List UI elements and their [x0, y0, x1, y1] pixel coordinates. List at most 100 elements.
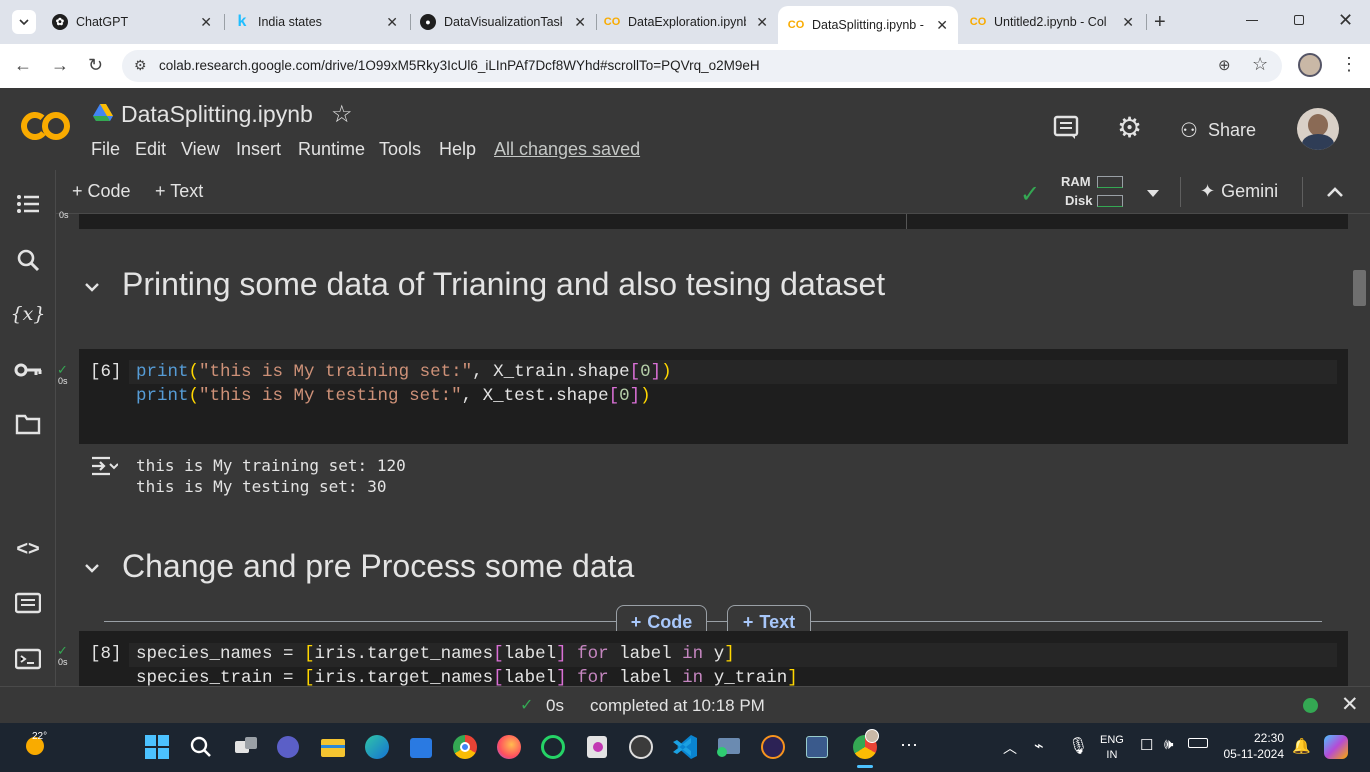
previous-cell-remnant	[79, 214, 1348, 229]
volume-icon[interactable]: 🕪	[1164, 736, 1173, 753]
close-icon[interactable]: ✕	[936, 17, 948, 34]
settings-gear-icon[interactable]: ⚙	[1117, 111, 1142, 144]
bookmark-star-icon[interactable]: ☆	[1252, 54, 1268, 75]
close-window-button[interactable]: ✕	[1338, 10, 1353, 31]
notification-bell-icon[interactable]: 🔔	[1292, 737, 1311, 755]
output-line: this is My testing set: 30	[136, 477, 387, 496]
language-indicator[interactable]: ENG IN	[1100, 733, 1124, 763]
microphone-icon[interactable]: 🎙	[1068, 736, 1088, 756]
menu-edit[interactable]: Edit	[135, 139, 166, 160]
menu-file[interactable]: File	[91, 139, 120, 160]
wifi-icon[interactable]: ☐	[1140, 736, 1153, 754]
network-alert-icon[interactable]: ⌁	[1034, 736, 1044, 756]
close-icon[interactable]: ✕	[574, 14, 586, 31]
eclipse-icon[interactable]	[759, 733, 787, 761]
task-view-icon[interactable]	[231, 733, 259, 761]
clock[interactable]: 22:30 05-11-2024	[1218, 730, 1285, 762]
close-status-icon[interactable]: ✕	[1341, 692, 1359, 717]
firefox-icon[interactable]	[495, 733, 523, 761]
back-button[interactable]: ←	[14, 55, 32, 76]
colab-logo[interactable]	[20, 110, 72, 147]
tab-chatgpt[interactable]: ✿ ChatGPT ✕	[48, 8, 218, 36]
tab-untitled2[interactable]: CO Untitled2.ipynb - Cola ✕	[970, 8, 1140, 36]
tab-dataexploration[interactable]: CO DataExploration.ipynb ✕	[604, 8, 774, 36]
cell-exec-time: 0s	[58, 376, 68, 386]
more-menu-icon[interactable]: ⋮	[1340, 54, 1358, 75]
comments-icon[interactable]	[1053, 115, 1079, 146]
menu-insert[interactable]: Insert	[236, 139, 281, 160]
saved-status-link[interactable]: All changes saved	[494, 139, 640, 160]
close-icon[interactable]: ✕	[756, 14, 768, 31]
minimize-button[interactable]	[1246, 20, 1258, 21]
whatsapp-icon[interactable]	[539, 733, 567, 761]
remote-desktop-icon[interactable]	[715, 733, 743, 761]
battery-icon[interactable]	[1188, 738, 1208, 748]
chrome-icon[interactable]	[451, 733, 479, 761]
add-code-button[interactable]: + Code	[72, 181, 131, 202]
weather-widget[interactable]: 22°	[22, 731, 48, 759]
cell-execution-count: [8]	[90, 644, 122, 664]
profile-avatar[interactable]	[1298, 53, 1322, 77]
collapse-header-icon[interactable]	[1326, 185, 1344, 203]
obs-icon[interactable]	[627, 733, 655, 761]
command-palette-icon[interactable]	[14, 589, 42, 617]
status-check-icon: ✓	[520, 697, 534, 714]
tab-datavisualization[interactable]: ● DataVisualizationTask ✕	[420, 8, 592, 36]
secrets-key-icon[interactable]	[14, 356, 42, 384]
code-line: print("this is My testing set:", X_test.…	[136, 386, 651, 406]
menu-runtime[interactable]: Runtime	[298, 139, 365, 160]
reload-button[interactable]: ↻	[88, 55, 103, 76]
collapse-section-chevron-icon[interactable]	[82, 558, 102, 578]
snipping-tool-icon[interactable]	[583, 733, 611, 761]
table-of-contents-icon[interactable]	[14, 190, 42, 218]
chrome-profile-icon[interactable]	[851, 729, 879, 761]
files-folder-icon[interactable]	[14, 410, 42, 438]
notebook-scrollbar[interactable]	[1353, 270, 1366, 306]
tab-datasplitting[interactable]: CO DataSplitting.ipynb - ✕	[778, 6, 958, 44]
site-info-icon[interactable]: ⚙	[134, 57, 147, 74]
code-line: species_train = [iris.target_names[label…	[136, 668, 798, 686]
code-tool-icon[interactable]	[803, 733, 831, 761]
windows-start-icon[interactable]	[143, 733, 171, 761]
tab-india-states[interactable]: k India states ✕	[234, 8, 404, 36]
variables-icon[interactable]: {𝑥}	[11, 300, 46, 328]
star-icon[interactable]: ☆	[331, 100, 353, 129]
add-text-button[interactable]: + Text	[155, 181, 203, 202]
edge-icon[interactable]	[363, 733, 391, 761]
terminal-icon[interactable]	[14, 645, 42, 673]
show-hidden-icons[interactable]: ︿	[1003, 738, 1017, 758]
search-icon[interactable]	[14, 246, 42, 274]
menu-help[interactable]: Help	[439, 139, 476, 160]
code-snippets-icon[interactable]: <>	[14, 535, 42, 563]
sparkle-icon: ✦	[1200, 181, 1216, 201]
gemini-button[interactable]: ✦ Gemini	[1200, 181, 1278, 202]
tab-search-button[interactable]	[12, 10, 36, 34]
restore-button[interactable]	[1294, 15, 1304, 25]
store-icon[interactable]	[407, 733, 435, 761]
resources-dropdown-icon[interactable]	[1146, 186, 1160, 204]
vscode-icon[interactable]	[671, 733, 699, 761]
close-icon[interactable]: ✕	[386, 14, 398, 31]
search-icon[interactable]	[187, 733, 215, 761]
user-avatar[interactable]	[1297, 108, 1339, 150]
output-toggle-icon[interactable]	[90, 455, 119, 482]
copilot-icon[interactable]	[1324, 735, 1348, 759]
meet-icon[interactable]	[275, 733, 303, 761]
url-field[interactable]: ⚙ colab.research.google.com/drive/1O99xM…	[122, 50, 1282, 82]
menu-tools[interactable]: Tools	[379, 139, 421, 160]
new-tab-button[interactable]: +	[1154, 11, 1166, 34]
notebook-title[interactable]: DataSplitting.ipynb	[121, 101, 313, 128]
collapse-section-chevron-icon[interactable]	[82, 277, 102, 297]
close-icon[interactable]: ✕	[1122, 14, 1134, 31]
forward-button[interactable]: →	[51, 55, 69, 76]
disk-meter	[1097, 195, 1123, 207]
close-icon[interactable]: ✕	[200, 14, 212, 31]
menu-view[interactable]: View	[181, 139, 220, 160]
colab-icon: CO	[787, 19, 805, 31]
chatgpt-icon: ✿	[52, 14, 68, 30]
share-button[interactable]: ⚇ Share	[1180, 118, 1256, 143]
kaggle-icon: k	[237, 13, 247, 30]
file-explorer-icon[interactable]	[319, 733, 347, 761]
more-apps-icon[interactable]: ⋯	[900, 735, 918, 756]
zoom-icon[interactable]: ⊕	[1218, 56, 1231, 74]
